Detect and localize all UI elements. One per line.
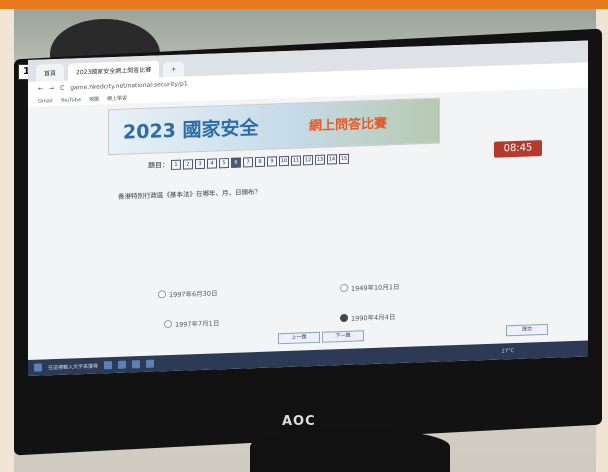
question-number-box[interactable]: 11 <box>291 155 301 166</box>
questions-label: 題目： <box>148 161 169 170</box>
answer-label: 1990年4月4日 <box>351 313 396 323</box>
answer-option-c[interactable]: 1997年7月1日 <box>164 317 219 329</box>
taskbar-search[interactable]: 在這裡輸入文字來搜尋 <box>48 362 98 371</box>
question-number-box-current[interactable]: 6 <box>231 157 241 168</box>
taskbar-app-icon[interactable] <box>118 360 127 369</box>
url-text[interactable]: game.hkedcity.net/national-security/p1 <box>70 80 187 91</box>
monitor-screen: 首頁 2023國家安全網上問答比賽 + ← → C game.hkedcity.… <box>28 40 588 377</box>
question-number-box[interactable]: 13 <box>315 154 325 165</box>
tab-home[interactable]: 首頁 <box>36 63 65 82</box>
answer-label: 1997年6月30日 <box>169 289 218 300</box>
radio-button-selected[interactable] <box>340 313 348 323</box>
back-icon[interactable]: ← <box>38 85 43 92</box>
answer-label: 1949年10月1日 <box>351 283 400 293</box>
question-number-box[interactable]: 1 <box>171 159 181 171</box>
question-number-box[interactable]: 2 <box>183 159 193 170</box>
monitor-stand <box>250 430 450 472</box>
taskbar-app-icon[interactable] <box>132 360 141 369</box>
question-number-box[interactable]: 7 <box>243 157 253 168</box>
answer-label: 1997年7月1日 <box>175 319 220 329</box>
top-accent-bar <box>0 0 608 9</box>
taskbar-app-icon[interactable] <box>104 361 113 370</box>
banner-title: 2023 國家安全 <box>123 116 259 144</box>
photo-scene: 15 首頁 2023國家安全網上問答比賽 + ← → C game.hkedci… <box>0 0 608 472</box>
question-text: 香港特別行政區《基本法》在哪年、月、日頒布？ <box>118 187 261 201</box>
taskbar-app-icon[interactable] <box>146 359 155 368</box>
question-navigator: 題目： 1 2 3 4 5 6 7 8 9 10 11 12 13 14 15 <box>148 153 349 171</box>
next-question-button[interactable]: 下一題 <box>322 330 364 343</box>
question-number-box[interactable]: 3 <box>195 158 205 170</box>
taskbar-weather: 27°C <box>501 348 514 355</box>
question-number-box[interactable]: 10 <box>279 155 289 167</box>
answer-option-d[interactable]: 1990年4月4日 <box>340 311 395 323</box>
answer-option-b[interactable]: 1949年10月1日 <box>340 281 399 293</box>
left-border <box>0 9 14 472</box>
radio-button[interactable] <box>164 319 172 329</box>
answer-option-a[interactable]: 1997年6月30日 <box>158 287 217 299</box>
question-number-box[interactable]: 15 <box>339 153 349 165</box>
bookmark-item[interactable]: YouTube <box>61 97 81 104</box>
bookmark-item[interactable]: Gmail <box>38 98 53 105</box>
bookmark-item[interactable]: 地圖 <box>89 96 99 103</box>
countdown-timer: 08:45 <box>494 140 542 158</box>
forward-icon[interactable]: → <box>49 85 54 92</box>
monitor-brand-logo: AOC <box>282 414 316 429</box>
submit-button[interactable]: 提交 <box>506 323 548 337</box>
new-tab-button[interactable]: + <box>163 61 185 78</box>
radio-button[interactable] <box>340 283 348 293</box>
banner-subtitle: 網上問答比賽 <box>309 116 388 135</box>
question-number-box[interactable]: 12 <box>303 155 313 166</box>
prev-question-button[interactable]: 上一題 <box>278 331 320 345</box>
tab-quiz[interactable]: 2023國家安全網上問答比賽 <box>68 60 160 81</box>
reload-icon[interactable]: C <box>60 84 64 91</box>
question-number-box[interactable]: 5 <box>219 157 229 169</box>
windows-start-icon[interactable] <box>34 363 42 372</box>
question-number-box[interactable]: 14 <box>327 154 337 165</box>
quiz-banner: 2023 國家安全 網上問答比賽 <box>108 97 440 156</box>
question-number-box[interactable]: 4 <box>207 158 217 169</box>
bookmark-item[interactable]: 網上學習 <box>107 95 127 103</box>
question-number-box[interactable]: 8 <box>255 156 265 168</box>
radio-button[interactable] <box>158 290 166 299</box>
question-number-box[interactable]: 9 <box>267 156 277 167</box>
